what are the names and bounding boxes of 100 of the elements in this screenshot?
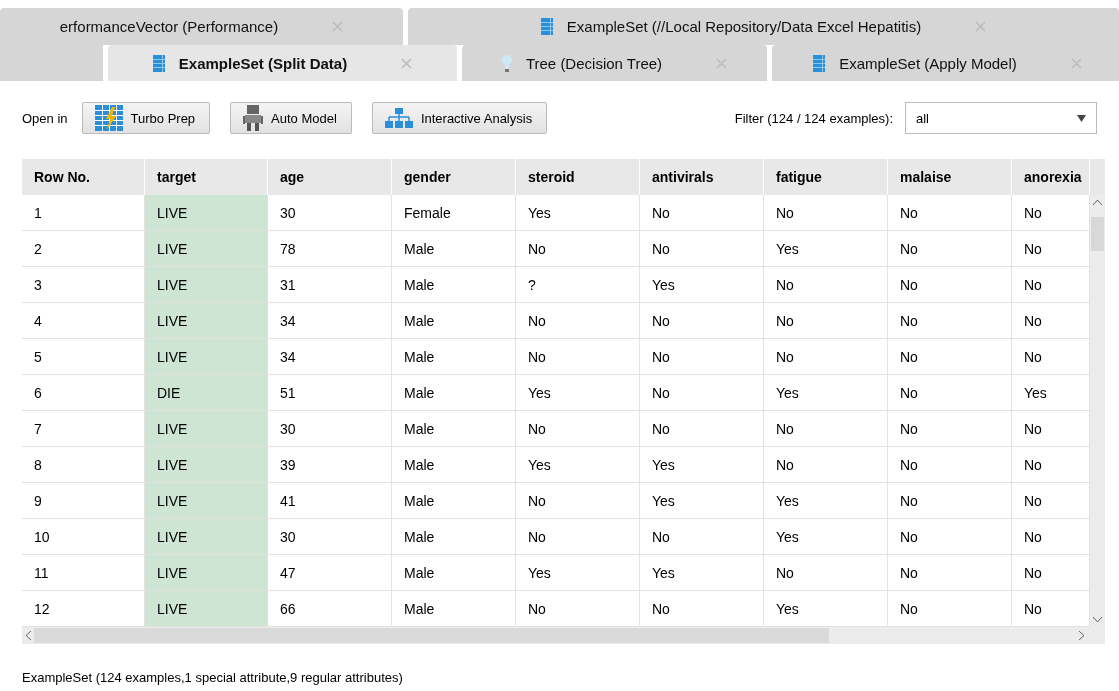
table-cell: Male [392,375,516,411]
table-cell: No [888,303,1012,339]
table-cell: Yes [516,447,640,483]
table-cell: Yes [764,231,888,267]
table-cell: No [888,231,1012,267]
tab[interactable]: ExampleSet (Apply Model) [772,45,1119,81]
scroll-up-icon[interactable] [1093,199,1102,205]
table-cell: Yes [640,555,764,591]
table-cell: Yes [764,483,888,519]
tab[interactable]: ExampleSet (//Local Repository/Data Excel Hepatitis) [408,8,1119,45]
status-text: ExampleSet (124 examples,1 special attribute,9 regular attributes) [22,670,403,685]
horizontal-scrollbar[interactable] [22,627,1105,644]
table-cell: No [764,411,888,447]
table-cell: No [516,411,640,447]
column-header[interactable]: gender [392,159,516,195]
table-cell: Male [392,339,516,375]
column-header[interactable]: fatigue [764,159,888,195]
open-in-button[interactable]: Auto Model [230,102,352,134]
table-cell: 51 [268,375,392,411]
close-icon[interactable] [1070,57,1082,69]
column-header[interactable]: malaise [888,159,1012,195]
table-cell: No [516,231,640,267]
table-cell: Male [392,447,516,483]
tab[interactable]: Tree (Decision Tree) [462,45,767,81]
tab[interactable]: erformanceVector (Performance) [0,8,403,45]
open-in-label: Open in [22,110,68,126]
lightbulb-icon [501,54,512,72]
table-cell: No [516,339,640,375]
table-cell: DIE [145,375,268,411]
table-cell: No [888,267,1012,303]
table-cell: No [888,411,1012,447]
table-cell: Male [392,519,516,555]
close-icon[interactable] [332,21,344,32]
table-cell: LIVE [145,447,268,483]
robot-icon [243,105,264,131]
table-cell: No [888,195,1012,231]
table-cell: 34 [268,303,392,339]
table-cell: LIVE [145,195,268,231]
filter-dropdown[interactable]: all [905,102,1097,134]
table-cell: No [640,375,764,411]
table-cell: Yes [640,267,764,303]
open-in-button[interactable]: Interactive Analysis [371,102,548,134]
table-cell: Yes [516,375,640,411]
scroll-left-icon[interactable] [25,631,31,640]
table-cell: Male [392,555,516,591]
table-cell: Yes [516,195,640,231]
table-cell: 31 [268,267,392,303]
table-cell: LIVE [145,591,268,627]
table-cell: No [640,519,764,555]
vertical-scrollbar[interactable] [1090,195,1105,627]
table-cell: Yes [764,519,888,555]
table-cell: No [640,411,764,447]
close-icon[interactable] [401,57,413,69]
column-header[interactable]: age [268,159,392,195]
table-cell: ? [516,267,640,303]
table-cell: 30 [268,519,392,555]
table-cell: No [888,483,1012,519]
scroll-right-icon[interactable] [1079,631,1085,640]
hierarchy-icon [384,108,413,128]
table-cell: Yes [640,447,764,483]
dropdown-arrow-icon [1077,114,1086,122]
table-cell: No [764,195,888,231]
table-cell: LIVE [145,483,268,519]
close-icon[interactable] [975,21,987,32]
table-cell: Yes [516,555,640,591]
table-cell: No [516,483,640,519]
scrollbar-thumb[interactable] [1091,217,1104,251]
table-cell: Yes [640,483,764,519]
table-cell: 39 [268,447,392,483]
table-cell: Yes [764,375,888,411]
column-header[interactable]: target [145,159,268,195]
table-cell: 34 [268,339,392,375]
table-cell: No [888,519,1012,555]
table-cell: Female [392,195,516,231]
scroll-down-icon[interactable] [1093,617,1102,623]
table-cell: 47 [268,555,392,591]
table-cell: No [764,303,888,339]
table-cell: No [640,339,764,375]
tab[interactable]: ExampleSet (Split Data) [108,45,457,81]
table-cell: LIVE [145,231,268,267]
table-cell: No [888,375,1012,411]
column-header[interactable]: steroid [516,159,640,195]
table-cell: No [888,339,1012,375]
table-cell: LIVE [145,519,268,555]
table-cell: No [888,555,1012,591]
column-header[interactable]: Row No. [22,159,145,195]
table-cell: LIVE [145,411,268,447]
table-cell: Male [392,267,516,303]
close-icon[interactable] [716,57,728,69]
open-in-button[interactable]: Turbo Prep [81,102,211,134]
table-cell: 78 [268,231,392,267]
column-header[interactable]: anorexia [1012,159,1090,195]
table-cell: No [640,231,764,267]
table-cell: Male [392,411,516,447]
table-cell: LIVE [145,267,268,303]
table-cell: 30 [268,411,392,447]
table-cell: No [516,303,640,339]
table-cell: LIVE [145,555,268,591]
column-header[interactable]: antivirals [640,159,764,195]
table-cell: LIVE [145,339,268,375]
